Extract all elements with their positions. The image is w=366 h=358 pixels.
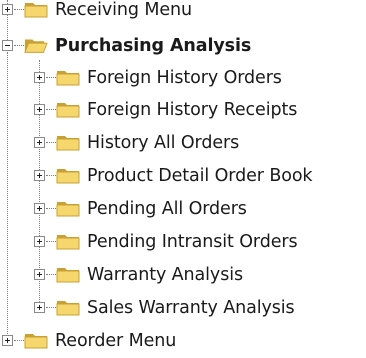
tree-item-label: Receiving Menu <box>55 0 193 20</box>
tree-item-label: Foreign History Orders <box>87 68 282 88</box>
tree-connector <box>46 142 56 143</box>
expand-icon[interactable] <box>34 302 45 313</box>
expand-icon[interactable] <box>34 203 45 214</box>
tree-item-label: Purchasing Analysis <box>55 36 252 56</box>
tree-connector <box>46 175 56 176</box>
tree-item-pending-all-orders[interactable]: Pending All Orders <box>0 193 366 225</box>
tree-item-product-detail-order-book[interactable]: Product Detail Order Book <box>0 160 366 192</box>
tree-item-foreign-history-receipts[interactable]: Foreign History Receipts <box>0 94 366 126</box>
folder-closed-icon <box>56 268 80 283</box>
expand-icon[interactable] <box>34 104 45 115</box>
expand-icon[interactable] <box>34 236 45 247</box>
tree-connector <box>14 340 24 341</box>
folder-open-icon <box>24 39 48 53</box>
tree-item-warranty-analysis[interactable]: Warranty Analysis <box>0 259 366 291</box>
tree-item-label: Pending All Orders <box>87 199 247 219</box>
expand-icon[interactable] <box>2 335 13 346</box>
expand-icon[interactable] <box>34 137 45 148</box>
folder-closed-icon <box>56 71 80 86</box>
folder-closed-icon <box>24 334 48 349</box>
tree-item-reorder-menu[interactable]: Reorder Menu <box>0 325 366 357</box>
tree-item-label: Product Detail Order Book <box>87 166 313 186</box>
folder-closed-icon <box>56 136 80 151</box>
folder-closed-icon <box>56 169 80 184</box>
tree-connector <box>46 109 56 110</box>
tree-item-purchasing-analysis[interactable]: Purchasing Analysis <box>0 30 366 62</box>
tree-item-label: Pending Intransit Orders <box>87 232 298 252</box>
folder-closed-icon <box>56 103 80 118</box>
expand-icon[interactable] <box>34 170 45 181</box>
expand-icon[interactable] <box>34 72 45 83</box>
tree-item-label: Reorder Menu <box>55 331 177 351</box>
expand-icon[interactable] <box>34 269 45 280</box>
tree-item-foreign-history-orders[interactable]: Foreign History Orders <box>0 62 366 94</box>
tree-connector <box>46 77 56 78</box>
tree-connector <box>14 45 24 46</box>
tree-connector <box>46 241 56 242</box>
tree-connector <box>14 9 24 10</box>
tree-item-history-all-orders[interactable]: History All Orders <box>0 127 366 159</box>
tree-item-label: Warranty Analysis <box>87 265 243 285</box>
tree-connector <box>46 208 56 209</box>
tree-connector <box>46 307 56 308</box>
folder-closed-icon <box>56 301 80 316</box>
tree-item-receiving-menu[interactable]: Receiving Menu <box>0 0 366 26</box>
collapse-icon[interactable] <box>2 40 13 51</box>
tree-item-label: Sales Warranty Analysis <box>87 298 295 318</box>
folder-closed-icon <box>56 202 80 217</box>
folder-closed-icon <box>56 235 80 250</box>
tree-connector <box>46 274 56 275</box>
folder-closed-icon <box>24 3 48 18</box>
tree-item-label: History All Orders <box>87 133 240 153</box>
tree-item-pending-intransit-orders[interactable]: Pending Intransit Orders <box>0 226 366 258</box>
tree-view: Receiving Menu Purchasing Analysis Forei… <box>0 0 366 358</box>
expand-icon[interactable] <box>2 4 13 15</box>
tree-item-label: Foreign History Receipts <box>87 100 298 120</box>
tree-item-sales-warranty-analysis[interactable]: Sales Warranty Analysis <box>0 292 366 324</box>
